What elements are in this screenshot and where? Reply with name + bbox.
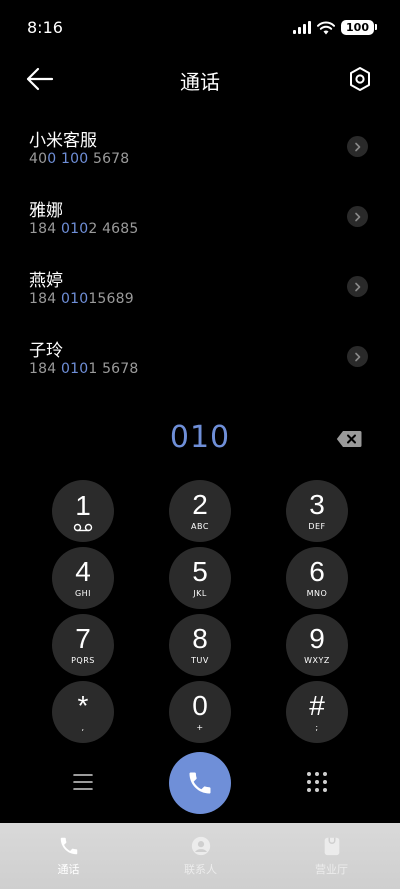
- list-item[interactable]: 燕婷 184 01015689: [0, 260, 400, 330]
- menu-icon[interactable]: [72, 772, 94, 792]
- status-icons: 100: [293, 20, 377, 35]
- key-4[interactable]: 4 GHI: [52, 547, 114, 609]
- contacts-icon: [191, 836, 210, 856]
- contact-detail-button[interactable]: [347, 346, 368, 367]
- backspace-icon[interactable]: [336, 430, 362, 448]
- key-digit: 9: [309, 623, 325, 654]
- chevron-right-icon: [355, 212, 361, 221]
- key-digit: 8: [192, 623, 208, 654]
- contact-detail-button[interactable]: [347, 206, 368, 227]
- key-letters: WXYZ: [304, 656, 330, 665]
- key-1[interactable]: 1: [52, 480, 114, 542]
- chevron-right-icon: [355, 352, 361, 361]
- tab-contacts[interactable]: 联系人: [134, 823, 267, 889]
- tab-store[interactable]: 营业厅: [265, 823, 398, 889]
- contact-name: 小米客服: [29, 131, 97, 151]
- list-item[interactable]: 子玲 184 0101 5678: [0, 330, 400, 400]
- phone-icon: [60, 837, 77, 855]
- contact-name: 雅娜: [29, 201, 63, 221]
- key-digit: 2: [192, 489, 208, 520]
- signal-icon: [293, 21, 312, 34]
- tab-calls[interactable]: 通话: [2, 823, 135, 889]
- contact-number: 184 0102 4685: [29, 221, 139, 237]
- contact-detail-button[interactable]: [347, 276, 368, 297]
- key-letters: JKL: [193, 589, 207, 598]
- page-title: 通话: [180, 70, 220, 94]
- key-digit: 0: [192, 690, 208, 721]
- key-digit: 5: [192, 556, 208, 587]
- wifi-icon: [317, 21, 336, 34]
- list-item[interactable]: 雅娜 184 0102 4685: [0, 190, 400, 260]
- bottom-nav: 通话 联系人 营业厅: [0, 823, 400, 889]
- voicemail-icon: [73, 523, 93, 531]
- key-6[interactable]: 6 MNO: [286, 547, 348, 609]
- key-letters: GHI: [74, 589, 92, 598]
- key-hash[interactable]: # ;: [286, 681, 348, 743]
- dialpad-icon[interactable]: [306, 771, 328, 793]
- tab-label: 通话: [57, 863, 80, 876]
- key-8[interactable]: 8 TUV: [169, 614, 231, 676]
- key-letters: ABC: [191, 522, 209, 531]
- key-7[interactable]: 7 PQRS: [52, 614, 114, 676]
- contact-detail-button[interactable]: [347, 136, 368, 157]
- key-star[interactable]: * ,: [52, 681, 114, 743]
- key-0[interactable]: 0 +: [169, 681, 231, 743]
- key-digit: 3: [309, 489, 325, 520]
- key-letters: ,: [81, 723, 85, 732]
- chevron-right-icon: [355, 282, 361, 291]
- call-button[interactable]: [169, 752, 231, 814]
- contact-name: 燕婷: [29, 271, 63, 291]
- status-bar: 8:16 100: [0, 0, 400, 56]
- tab-label: 联系人: [184, 863, 217, 876]
- key-digit: #: [309, 690, 325, 721]
- key-letters: DEF: [308, 522, 326, 531]
- settings-icon[interactable]: [348, 66, 372, 92]
- contact-number: 400 100 5678: [29, 151, 130, 167]
- key-letters: MNO: [306, 589, 328, 598]
- key-digit: *: [77, 690, 89, 721]
- battery-icon: 100: [341, 20, 377, 35]
- key-5[interactable]: 5 JKL: [169, 547, 231, 609]
- store-icon: [324, 837, 339, 856]
- key-digit: 7: [75, 623, 91, 654]
- key-digit: 1: [75, 489, 91, 521]
- key-letters: TUV: [191, 656, 209, 665]
- key-letters: +: [196, 723, 204, 732]
- contact-number: 184 01015689: [29, 291, 134, 307]
- status-time: 8:16: [27, 18, 63, 37]
- key-3[interactable]: 3 DEF: [286, 480, 348, 542]
- key-letters: PQRS: [71, 656, 95, 665]
- list-item[interactable]: 小米客服 400 100 5678: [0, 120, 400, 190]
- contact-suggestions-list: 小米客服 400 100 5678 雅娜 184 0102 4685 燕婷 18…: [0, 120, 400, 400]
- key-2[interactable]: 2 ABC: [169, 480, 231, 542]
- tab-label: 营业厅: [315, 863, 348, 876]
- contact-number: 184 0101 5678: [29, 361, 139, 377]
- key-digit: 6: [309, 556, 325, 587]
- contact-name: 子玲: [29, 341, 63, 361]
- chevron-right-icon: [355, 142, 361, 151]
- key-9[interactable]: 9 WXYZ: [286, 614, 348, 676]
- phone-icon: [189, 772, 211, 794]
- header: 通话: [0, 56, 400, 102]
- key-letters: ;: [315, 723, 319, 732]
- key-digit: 4: [75, 556, 91, 587]
